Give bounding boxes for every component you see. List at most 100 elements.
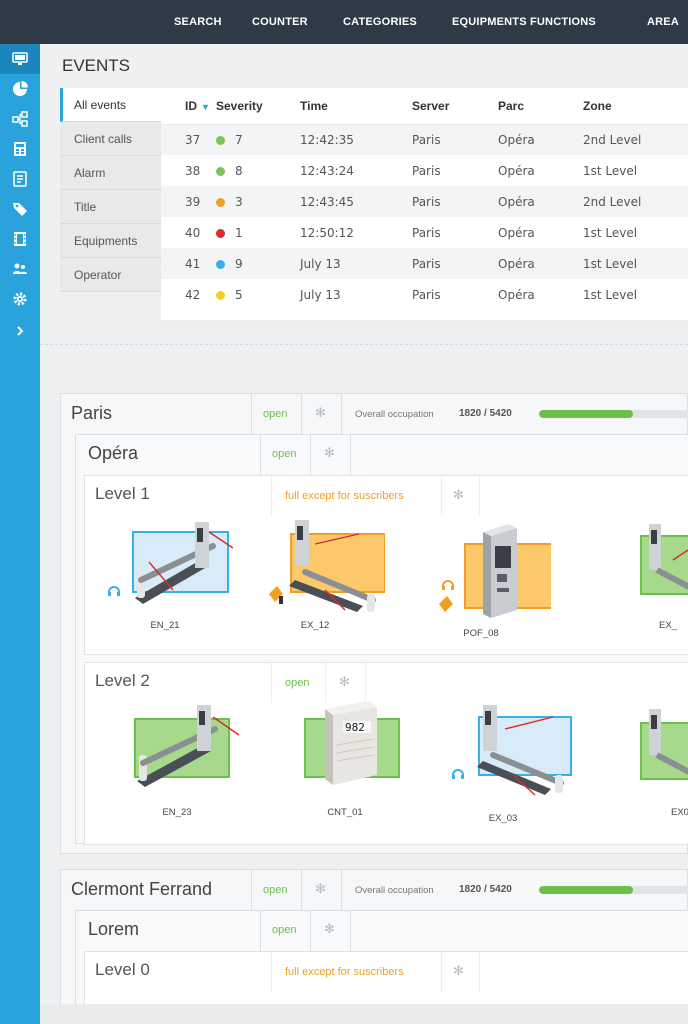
level-name: Level 1 <box>95 484 150 503</box>
table-scrollbar[interactable] <box>161 320 688 328</box>
network-icon[interactable] <box>0 104 40 134</box>
cell-server: Paris <box>412 287 441 302</box>
level-name: Level 2 <box>95 671 150 690</box>
events-table-card: ID ▼ Severity Time Server Parc Zone 37 7 12… <box>161 88 688 328</box>
tab-alarm[interactable]: Alarm <box>60 156 161 190</box>
occupation-value: 1820 / 5420 <box>459 884 512 895</box>
chevron-right-icon[interactable] <box>0 316 40 346</box>
settings-gear-icon[interactable]: ✻ <box>324 922 338 936</box>
cell-zone: 2nd Level <box>583 124 688 155</box>
severity-dot-icon <box>216 228 225 238</box>
tag-icon[interactable] <box>0 194 40 224</box>
cell-parc: Opéra <box>498 248 583 279</box>
column-header-parc[interactable]: Parc <box>498 88 583 125</box>
column-header-severity[interactable]: Severity <box>216 88 300 125</box>
equipment-ex-12[interactable]: EX_12 <box>255 510 385 650</box>
film-icon[interactable] <box>0 224 40 254</box>
equipment-en-21[interactable]: EN_21 <box>105 510 234 650</box>
tab-operator[interactable]: Operator <box>60 258 161 292</box>
top-navigation: SEARCH COUNTER CATEGORIES EQUIPMENTS FUN… <box>0 0 688 44</box>
cell-id: 41 <box>161 248 216 279</box>
cell-severity: 3 <box>216 186 300 217</box>
nav-counter[interactable]: COUNTER <box>252 0 308 44</box>
cell-zone: 2nd Level <box>583 186 688 217</box>
level-name: Level 0 <box>95 960 150 979</box>
status-badge: full except for suscribers <box>285 490 404 502</box>
cell-server: Paris <box>412 225 441 240</box>
equipment-ex-03[interactable]: EX_03 <box>443 695 572 835</box>
equipment-en-23[interactable]: EN_23 <box>117 695 240 835</box>
events-table: ID ▼ Severity Time Server Parc Zone 37 7 12… <box>161 88 688 310</box>
monitor-icon[interactable] <box>0 44 40 74</box>
table-row[interactable]: 39 3 12:43:45 Paris Opéra 2nd Level <box>161 186 688 217</box>
nav-categories[interactable]: CATEGORIES <box>343 0 417 44</box>
cell-severity: 9 <box>216 248 300 279</box>
cell-zone: 1st Level <box>583 163 638 178</box>
tab-all-events[interactable]: All events <box>60 88 161 122</box>
calculator-icon[interactable] <box>0 134 40 164</box>
counter-display: 982 <box>345 721 365 734</box>
server-name: Paris <box>71 403 113 423</box>
cell-id: 38 <box>185 163 201 178</box>
gear-icon[interactable] <box>0 284 40 314</box>
equipment-pof-08[interactable]: POF_08 <box>421 510 551 650</box>
cell-zone: 1st Level <box>583 225 638 240</box>
table-row[interactable]: 40 1 12:50:12 Paris Opéra 1st Level <box>161 217 688 248</box>
column-header-server[interactable]: Server <box>412 88 498 125</box>
column-header-id[interactable]: ID ▼ <box>161 88 216 125</box>
events-table-body: 37 7 12:42:35 Paris Opéra 2nd Level 38 8 12:43:2… <box>161 124 688 310</box>
table-row[interactable]: 42 5 July 13 Paris Opéra 1st Level <box>161 279 688 310</box>
level-panel-1: Level 1 full except for suscribers ✻ EN_… <box>84 475 688 655</box>
equipment-ex0-partial[interactable]: EX0 <box>629 695 688 835</box>
cell-time: 12:42:35 <box>300 124 412 155</box>
cell-parc: Opéra <box>498 225 535 240</box>
equipment-ex-partial[interactable]: EX_ <box>629 510 688 650</box>
document-icon[interactable] <box>0 164 40 194</box>
status-badge: open <box>285 677 310 689</box>
main-content: EVENTS All events Client calls Alarm Tit… <box>40 44 688 1024</box>
cell-time: 12:43:24 <box>300 163 354 178</box>
equipment-label: EX0 <box>671 807 688 818</box>
nav-area[interactable]: AREA <box>647 0 679 44</box>
horizontal-scrollbar[interactable] <box>40 1004 688 1024</box>
settings-gear-icon[interactable]: ✻ <box>315 882 329 896</box>
cell-time: July 13 <box>300 287 341 302</box>
users-icon[interactable] <box>0 254 40 284</box>
nav-equipments-functions[interactable]: EQUIPMENTS FUNCTIONS <box>452 0 596 44</box>
status-badge: open <box>272 924 297 936</box>
table-row[interactable]: 41 9 July 13 Paris Opéra 1st Level <box>161 248 688 279</box>
cell-zone: 1st Level <box>583 287 638 302</box>
equipment-label: POF_08 <box>463 628 499 639</box>
cell-severity: 5 <box>216 279 300 310</box>
cell-id: 39 <box>161 186 216 217</box>
cell-server: Paris <box>412 124 498 155</box>
parc-name: Opéra <box>88 443 139 463</box>
equipment-cnt-01[interactable]: 982 CNT_01 <box>285 695 405 835</box>
column-header-time[interactable]: Time <box>300 88 412 125</box>
settings-gear-icon[interactable]: ✻ <box>453 488 467 502</box>
divider <box>40 344 688 345</box>
cell-zone: 1st Level <box>583 248 688 279</box>
tab-client-calls[interactable]: Client calls <box>60 122 161 156</box>
settings-gear-icon[interactable]: ✻ <box>324 446 338 460</box>
equipment-label: EX_ <box>659 620 677 631</box>
settings-gear-icon[interactable]: ✻ <box>315 406 329 420</box>
nav-search[interactable]: SEARCH <box>174 0 222 44</box>
pie-chart-icon[interactable] <box>0 74 40 104</box>
table-row[interactable]: 37 7 12:42:35 Paris Opéra 2nd Level <box>161 124 688 155</box>
settings-gear-icon[interactable]: ✻ <box>453 964 467 978</box>
tab-title[interactable]: Title <box>60 190 161 224</box>
occupation-value: 1820 / 5420 <box>459 408 512 419</box>
parc-panel-opera: Opéra open ✻ Level 1 full except for sus… <box>75 434 688 845</box>
tab-equipments[interactable]: Equipments <box>60 224 161 258</box>
equipment-label: EN_23 <box>162 807 192 818</box>
settings-gear-icon[interactable]: ✻ <box>339 675 353 689</box>
severity-dot-icon <box>216 197 225 207</box>
event-tabs: All events Client calls Alarm Title Equi… <box>60 88 161 292</box>
status-badge: open <box>263 408 288 420</box>
cell-parc: Opéra <box>498 163 535 178</box>
column-header-zone[interactable]: Zone <box>583 88 688 125</box>
cell-severity: 8 <box>216 155 300 186</box>
cell-parc: Opéra <box>498 287 535 302</box>
table-row[interactable]: 38 8 12:43:24 Paris Opéra 1st Level <box>161 155 688 186</box>
